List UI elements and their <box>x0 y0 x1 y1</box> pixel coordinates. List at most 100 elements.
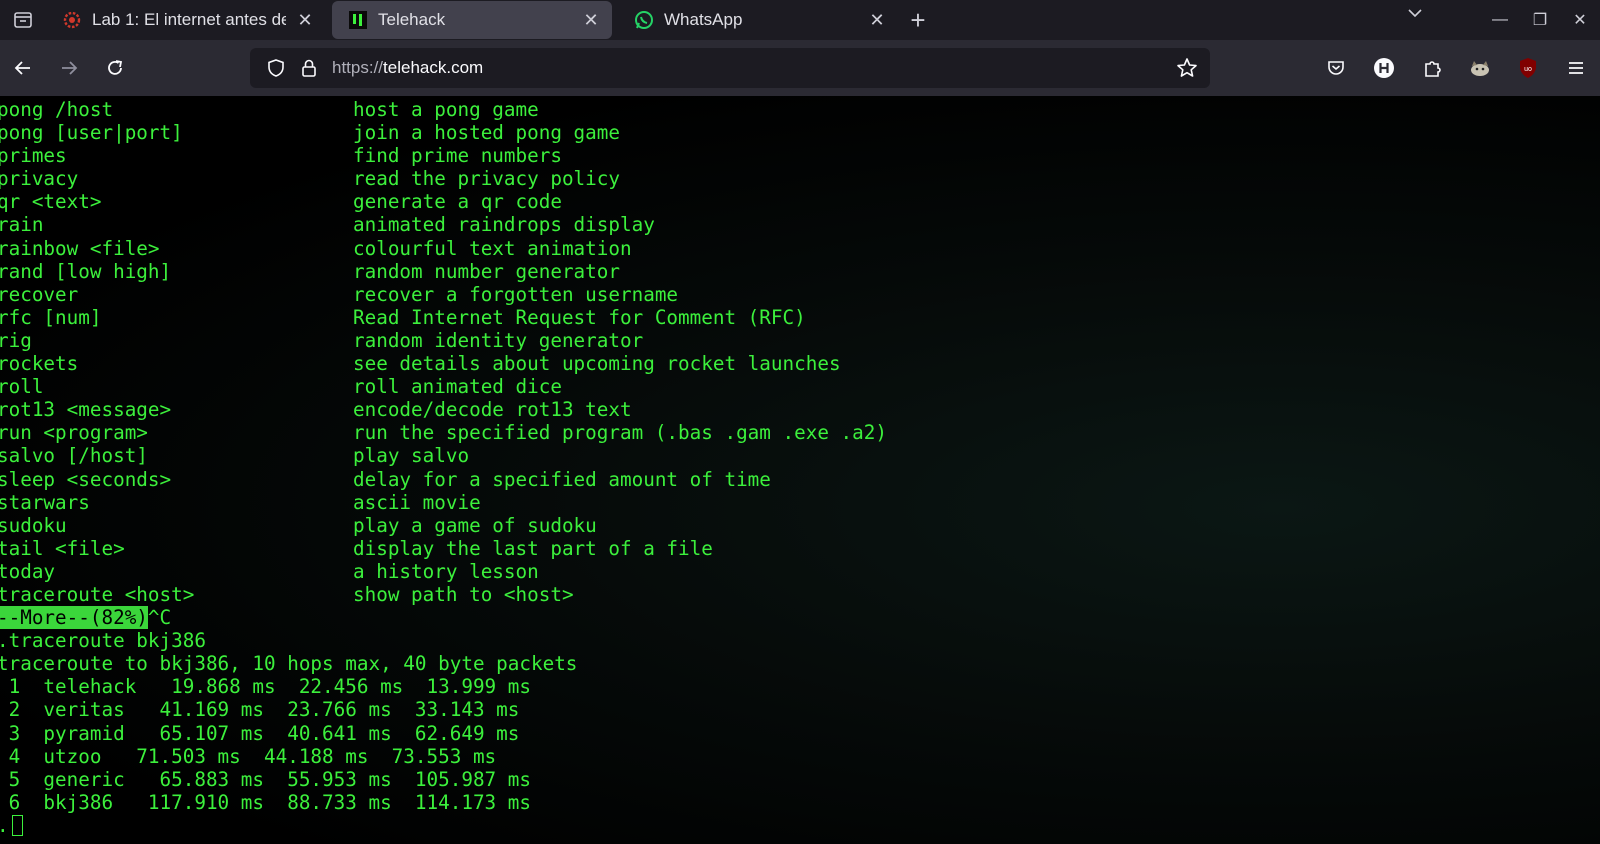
command-name: qr <text> <box>0 190 102 214</box>
telehack-terminal-icon <box>348 10 368 30</box>
command-description: colourful text animation <box>353 236 632 260</box>
command-name: rig <box>0 328 32 352</box>
command-description: display the last part of a file <box>353 536 713 560</box>
cat-icon <box>1471 61 1489 76</box>
command-name: run <program> <box>0 421 148 445</box>
command-name: rain <box>0 213 44 237</box>
command-row: rand [low high] random number generator <box>0 260 1600 283</box>
lock-icon[interactable] <box>294 58 324 78</box>
command-description: random number generator <box>353 259 620 283</box>
prompt-char: . <box>0 814 23 837</box>
command-name: pong /host <box>0 98 114 121</box>
restore-icon[interactable]: ❐ <box>1520 10 1560 30</box>
command-name: rockets <box>0 352 79 376</box>
window-close-icon[interactable]: ✕ <box>1560 10 1600 30</box>
command-description: animated raindrops display <box>353 213 655 237</box>
new-tab-button[interactable]: + <box>898 0 938 40</box>
command-row: traceroute <host> show path to <host> <box>0 583 1600 606</box>
menu-button[interactable] <box>1552 58 1600 78</box>
close-tab-icon[interactable]: ✕ <box>868 10 886 31</box>
command-row: pong [user|port] join a hosted pong game <box>0 121 1600 144</box>
reload-button[interactable] <box>92 48 138 88</box>
url-protocol: https:// <box>332 58 384 77</box>
tab-whatsapp[interactable]: WhatsApp ✕ <box>618 0 898 40</box>
command-row: rot13 <message> encode/decode rot13 text <box>0 398 1600 421</box>
window-controls: — ❐ ✕ <box>1480 0 1600 40</box>
tab-title: Lab 1: El internet antes de la <box>92 10 286 29</box>
plus-icon: + <box>910 4 926 35</box>
close-tab-icon[interactable]: ✕ <box>582 10 600 31</box>
command-row: rfc [num] Read Internet Request for Comme… <box>0 306 1600 329</box>
firefox-view-button[interactable] <box>0 0 46 40</box>
whatsapp-icon <box>634 10 654 30</box>
extensions-button[interactable] <box>1408 58 1456 78</box>
pocket-icon <box>1328 61 1344 75</box>
command-name: starwars <box>0 490 90 514</box>
command-name: recover <box>0 282 79 306</box>
text-cursor <box>11 814 23 836</box>
telehack-terminal[interactable]: pong /host host a pong game pong [user|por… <box>0 96 1600 844</box>
prompt-line[interactable]: . <box>0 814 1600 837</box>
reload-icon <box>108 60 123 75</box>
command-name: salvo [/host] <box>0 444 148 468</box>
shield-icon[interactable] <box>258 58 294 78</box>
h-extension-button[interactable] <box>1360 57 1408 79</box>
command-name: sleep <seconds> <box>0 467 172 491</box>
tab-telehack[interactable]: Telehack ✕ <box>332 1 612 39</box>
back-button[interactable] <box>0 48 46 88</box>
trace-command: .traceroute bkj386 <box>0 629 206 653</box>
address-bar[interactable]: https://telehack.com <box>250 48 1210 88</box>
hamburger-menu-icon <box>1569 62 1583 74</box>
command-description: roll animated dice <box>353 375 562 399</box>
hop-row: 4 utzoo 71.503 ms 44.188 ms 73.553 ms <box>0 745 1600 768</box>
command-row: rig random identity generator <box>0 329 1600 352</box>
more-prompt: --More--(82%) <box>0 606 148 630</box>
trace-header-line: traceroute to bkj386, 10 hops max, 40 by… <box>0 652 1600 675</box>
command-description: play salvo <box>353 444 470 468</box>
command-description: find prime numbers <box>353 144 562 168</box>
command-name: pong [user|port] <box>0 121 183 145</box>
list-all-tabs-button[interactable] <box>1406 4 1424 27</box>
hop-row: 6 bkj386 117.910 ms 88.733 ms 114.173 ms <box>0 791 1600 814</box>
command-name: sudoku <box>0 513 67 537</box>
command-name: primes <box>0 144 67 168</box>
hop-text: 1 telehack 19.868 ms 22.456 ms 13.999 ms <box>0 675 531 699</box>
command-description: ascii movie <box>353 490 481 514</box>
pocket-button[interactable] <box>1312 58 1360 78</box>
gear-red-icon <box>62 10 82 30</box>
tab-bar: Lab 1: El internet antes de la ✕ Telehac… <box>0 0 1600 40</box>
command-row: today a history lesson <box>0 560 1600 583</box>
bookmark-star-icon[interactable] <box>1176 57 1198 84</box>
close-tab-icon[interactable]: ✕ <box>296 10 314 31</box>
forward-button[interactable] <box>46 48 92 88</box>
puzzle-icon <box>1425 61 1441 77</box>
h-circle-icon <box>1374 58 1394 78</box>
hop-text: 3 pyramid 65.107 ms 40.641 ms 62.649 ms <box>0 721 520 745</box>
cat-extension-button[interactable] <box>1456 58 1504 78</box>
command-list: pong /host host a pong game pong [user|por… <box>0 98 1600 606</box>
hop-text: 5 generic 65.883 ms 55.953 ms 105.987 ms <box>0 767 531 791</box>
command-row: rockets see details about upcoming rocket… <box>0 352 1600 375</box>
command-name: rainbow <file> <box>0 236 160 260</box>
ublock-button[interactable]: uo <box>1504 57 1552 79</box>
command-description: show path to <host> <box>353 582 574 606</box>
url-host: telehack.com <box>383 58 484 77</box>
command-name: traceroute <host> <box>0 582 195 606</box>
command-description: encode/decode rot13 text <box>353 398 632 422</box>
command-description: random identity generator <box>353 328 644 352</box>
arrow-right-icon <box>62 61 78 75</box>
hop-text: 6 bkj386 117.910 ms 88.733 ms 114.173 ms <box>0 790 531 814</box>
hop-text: 4 utzoo 71.503 ms 44.188 ms 73.553 ms <box>0 744 497 768</box>
chevron-down-icon <box>1408 9 1422 18</box>
hop-row: 1 telehack 19.868 ms 22.456 ms 13.999 ms <box>0 675 1600 698</box>
command-row: roll roll animated dice <box>0 375 1600 398</box>
command-name: today <box>0 559 56 583</box>
tab-lab1[interactable]: Lab 1: El internet antes de la ✕ <box>46 0 326 40</box>
url-text[interactable]: https://telehack.com <box>332 58 483 78</box>
command-name: rand [low high] <box>0 259 172 283</box>
command-description: host a pong game <box>353 98 539 121</box>
interrupt-text: ^C <box>147 606 172 630</box>
hop-row: 2 veritas 41.169 ms 23.766 ms 33.143 ms <box>0 698 1600 721</box>
command-description: Read Internet Request for Comment (RFC) <box>353 305 806 329</box>
minimize-icon[interactable]: — <box>1480 11 1520 29</box>
